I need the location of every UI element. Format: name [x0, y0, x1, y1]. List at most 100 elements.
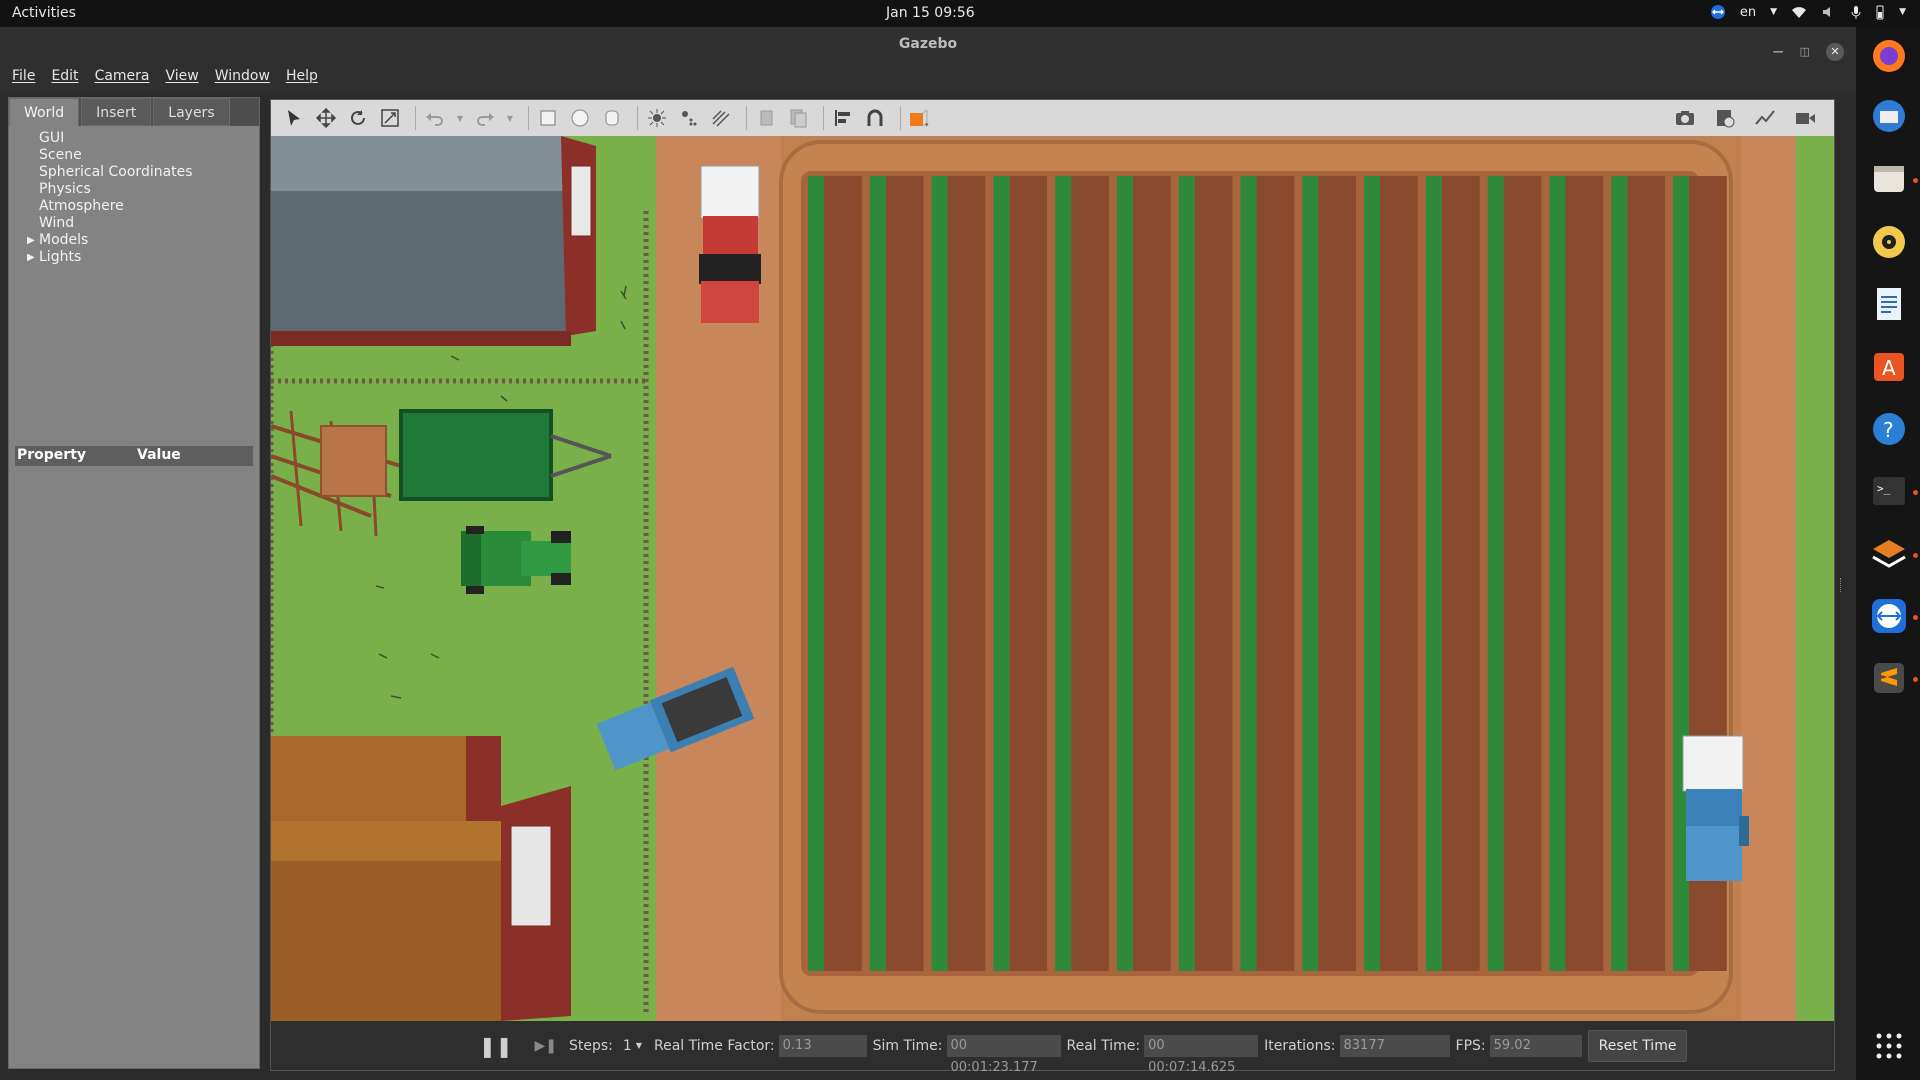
sublime-icon[interactable] [1870, 659, 1908, 697]
menu-camera[interactable]: Camera [87, 61, 158, 91]
sphere-icon[interactable] [567, 105, 593, 131]
expand-arrow-icon[interactable]: ▶ [27, 249, 35, 266]
help-icon[interactable]: ? [1870, 410, 1908, 448]
scale-icon[interactable] [377, 105, 403, 131]
plant-row[interactable] [1364, 176, 1381, 971]
tree-item-lights[interactable]: ▶ Lights [27, 249, 259, 266]
menu-window[interactable]: Window [207, 61, 278, 91]
step-icon[interactable]: ▶❚ [535, 1038, 558, 1054]
terminal-icon[interactable]: >_ [1870, 472, 1908, 510]
system-tray[interactable]: en ▼ ▼ [1710, 4, 1906, 20]
tree-item-physics[interactable]: Physics [39, 181, 259, 198]
plant-row[interactable] [1302, 176, 1319, 971]
steps-value[interactable]: 1 [623, 1038, 632, 1054]
expand-arrow-icon[interactable]: ▶ [27, 232, 35, 249]
view-angle-icon[interactable]: ▾ [907, 105, 933, 131]
pause-icon[interactable]: ❚❚ [479, 1034, 513, 1058]
teamviewer-icon[interactable] [1870, 597, 1908, 635]
plant-row[interactable] [869, 176, 886, 971]
menu-view[interactable]: View [158, 61, 207, 91]
redo-icon[interactable] [472, 105, 498, 131]
crop-rows [808, 176, 1727, 971]
tree-item-label: Lights [39, 249, 82, 265]
plant-row[interactable] [1611, 176, 1628, 971]
activities-button[interactable]: Activities [12, 5, 76, 21]
blue-truck-right[interactable] [1682, 735, 1749, 881]
clock[interactable]: Jan 15 09:56 [886, 5, 975, 21]
window-titlebar[interactable]: Gazebo — ◫ ✕ [0, 27, 1856, 61]
splitter-handle[interactable]: ..... [129, 436, 147, 445]
point-light-icon[interactable] [644, 105, 670, 131]
plant-row[interactable] [931, 176, 948, 971]
plant-row[interactable] [1487, 176, 1504, 971]
cylinder-icon[interactable] [599, 105, 625, 131]
undo-dropdown-icon[interactable]: ▼ [454, 105, 466, 131]
green-trailer[interactable] [399, 409, 612, 501]
tab-insert[interactable]: Insert [81, 98, 152, 126]
redo-dropdown-icon[interactable]: ▼ [504, 105, 516, 131]
barn-bottom-left[interactable] [271, 736, 571, 1021]
tree-item-atmosphere[interactable]: Atmosphere [39, 198, 259, 215]
close-button[interactable]: ✕ [1826, 43, 1844, 61]
tree-item-wind[interactable]: Wind [39, 215, 259, 232]
steps-dropdown-icon[interactable]: ▼ [636, 1041, 642, 1050]
window-title: Gazebo [898, 36, 958, 52]
select-icon[interactable] [281, 105, 307, 131]
battery-icon [1876, 5, 1884, 20]
plant-row[interactable] [1116, 176, 1133, 971]
thunderbird-icon[interactable] [1870, 97, 1908, 135]
plant-row[interactable] [1178, 176, 1195, 971]
rotate-icon[interactable] [345, 105, 371, 131]
render-toolbar: ▼ ▼ ▾ [271, 100, 1834, 136]
scene-canvas[interactable] [271, 136, 1834, 1021]
plant-row[interactable] [1240, 176, 1257, 971]
furrow [1627, 176, 1665, 971]
screenshot-icon[interactable] [1672, 105, 1698, 131]
plot-icon[interactable] [1752, 105, 1778, 131]
barn-top-left[interactable] [271, 136, 596, 346]
log-icon[interactable] [1712, 105, 1738, 131]
copy-icon[interactable] [753, 105, 779, 131]
language-indicator[interactable]: en [1740, 5, 1756, 20]
plant-row[interactable] [1425, 176, 1442, 971]
layers-app-icon[interactable] [1870, 535, 1908, 573]
green-tractor[interactable] [461, 526, 571, 594]
tree-item-spherical-coordinates[interactable]: Spherical Coordinates [39, 164, 259, 181]
box-icon[interactable] [535, 105, 561, 131]
plant-row[interactable] [808, 176, 824, 971]
plant-row[interactable] [1549, 176, 1566, 971]
firefox-icon[interactable] [1870, 37, 1908, 75]
plant-row[interactable] [993, 176, 1010, 971]
directional-light-icon[interactable] [708, 105, 734, 131]
snap-icon[interactable] [862, 105, 888, 131]
red-truck[interactable] [699, 165, 761, 323]
wooden-crate[interactable] [320, 425, 387, 497]
furrow [1380, 176, 1418, 971]
record-icon[interactable] [1792, 105, 1818, 131]
tree-item-scene[interactable]: Scene [39, 147, 259, 164]
plant-row[interactable] [1055, 176, 1072, 971]
tree-item-models[interactable]: ▶ Models [27, 232, 259, 249]
rhythmbox-icon[interactable] [1870, 223, 1908, 261]
menu-edit[interactable]: Edit [43, 61, 86, 91]
reset-time-button[interactable]: Reset Time [1587, 1029, 1688, 1062]
steps-label: Steps: [569, 1037, 613, 1054]
paste-icon[interactable] [785, 105, 811, 131]
menu-file[interactable]: File [4, 61, 43, 91]
teamviewer-tray-icon[interactable] [1710, 4, 1726, 20]
sim-time-label: Sim Time: [872, 1037, 943, 1054]
tab-world[interactable]: World [9, 98, 80, 126]
software-center-icon[interactable]: A [1870, 347, 1908, 385]
tree-item-gui[interactable]: GUI [39, 130, 259, 147]
tab-layers[interactable]: Layers [153, 98, 230, 126]
spot-light-icon[interactable] [676, 105, 702, 131]
translate-icon[interactable] [313, 105, 339, 131]
undo-icon[interactable] [422, 105, 448, 131]
writer-icon[interactable] [1870, 285, 1908, 323]
align-icon[interactable] [830, 105, 856, 131]
app-grid-icon[interactable] [1870, 1027, 1908, 1065]
farm-scene[interactable] [271, 136, 1834, 1021]
menu-help[interactable]: Help [278, 61, 326, 91]
panel-resize-grip[interactable] [1840, 578, 1842, 592]
files-icon[interactable] [1870, 160, 1908, 198]
